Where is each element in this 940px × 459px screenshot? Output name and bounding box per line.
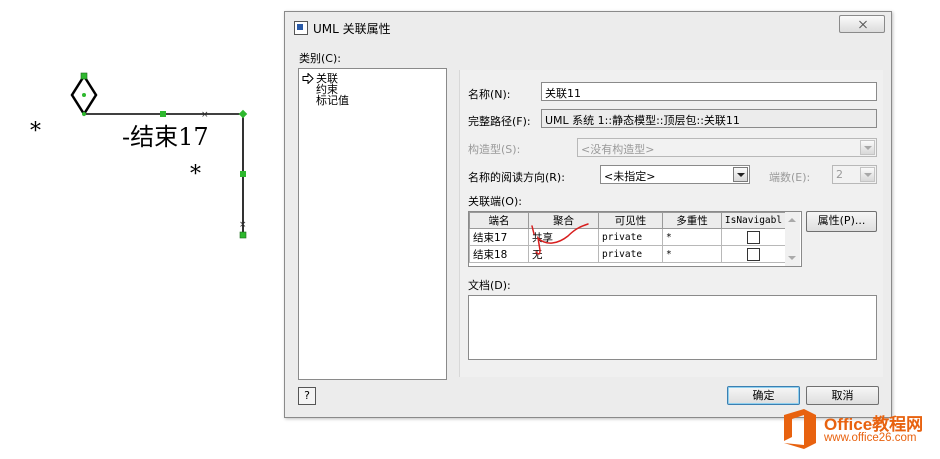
end-count-value: 2 xyxy=(836,168,843,181)
documentation-label: 文档(D): xyxy=(468,279,511,292)
ok-button[interactable]: 确定 xyxy=(727,386,800,405)
stereotype-value: <没有构造型> xyxy=(581,143,655,156)
end-count-dropdown-arrow-icon[interactable] xyxy=(860,167,875,182)
read-direction-dropdown[interactable]: <未指定> xyxy=(600,165,750,184)
visibility-cell[interactable]: private xyxy=(598,245,663,263)
column-header-visibility[interactable]: 可见性 xyxy=(598,212,663,229)
uml-dialog-icon xyxy=(294,21,308,35)
read-direction-label: 名称的阅读方向(R): xyxy=(468,171,565,184)
grid-scrollbar[interactable] xyxy=(785,212,800,266)
end-name-cell[interactable]: 结束17 xyxy=(469,228,529,246)
association-end-label[interactable]: -结束17 xyxy=(122,117,209,152)
name-input[interactable]: 关联11 xyxy=(541,82,877,101)
watermark-url: www.office26.com xyxy=(824,432,917,444)
multiplicity-right: * xyxy=(190,162,201,187)
close-button[interactable] xyxy=(839,15,885,33)
tree-selected-arrow-icon xyxy=(302,73,314,84)
column-header-end-name[interactable]: 端名 xyxy=(469,212,529,229)
full-path-field: UML 系统 1::静态模型::顶层包::关联11 xyxy=(541,109,877,128)
selection-handle-end[interactable] xyxy=(239,231,247,239)
association-ends-label: 关联端(O): xyxy=(468,195,522,208)
association-ends-table: 端名 聚合 可见性 多重性 IsNavigabl 结束17 共享 private… xyxy=(469,212,786,263)
diagram-canvas[interactable]: × × * -结束17 * xyxy=(0,0,285,459)
read-direction-dropdown-arrow-icon[interactable] xyxy=(733,167,748,182)
visibility-cell[interactable]: private xyxy=(598,228,663,246)
scroll-up-icon[interactable] xyxy=(788,218,796,222)
documentation-textarea[interactable] xyxy=(468,295,877,360)
name-label: 名称(N): xyxy=(468,88,511,101)
stereotype-label: 构造型(S): xyxy=(468,143,521,156)
navigable-cell xyxy=(721,228,786,246)
end-count-label: 端数(E): xyxy=(769,171,811,184)
column-header-multiplicity[interactable]: 多重性 xyxy=(662,212,722,229)
column-header-is-navigable[interactable]: IsNavigabl xyxy=(721,212,786,229)
table-header-row: 端名 聚合 可见性 多重性 IsNavigabl xyxy=(469,212,786,229)
properties-button[interactable]: 属性(P)... xyxy=(806,211,877,232)
association-ends-grid[interactable]: 端名 聚合 可见性 多重性 IsNavigabl 结束17 共享 private… xyxy=(468,211,802,267)
selection-handle-corner-b[interactable] xyxy=(238,109,248,119)
stereotype-dropdown-arrow-icon[interactable] xyxy=(860,140,875,155)
red-annotation-mark xyxy=(531,223,589,255)
control-point-marker-2[interactable]: × xyxy=(239,220,247,230)
scroll-down-icon[interactable] xyxy=(788,256,796,260)
office-logo-icon xyxy=(784,409,816,449)
is-navigable-checkbox[interactable] xyxy=(747,230,760,244)
association-lines: × × xyxy=(70,72,248,239)
multiplicity-cell[interactable]: * xyxy=(662,245,722,263)
category-tree[interactable]: 关联 约束 标记值 xyxy=(298,68,447,380)
window-title: UML 关联属性 xyxy=(313,22,391,36)
selection-handle-diamond[interactable] xyxy=(82,93,86,97)
stereotype-dropdown[interactable]: <没有构造型> xyxy=(577,138,877,157)
tree-item-tagged-values[interactable]: 标记值 xyxy=(316,95,349,106)
selection-handle-start[interactable] xyxy=(80,72,88,80)
full-path-label: 完整路径(F): xyxy=(468,115,531,128)
is-navigable-checkbox[interactable] xyxy=(747,247,760,261)
cancel-button[interactable]: 取消 xyxy=(806,386,879,405)
read-direction-value: <未指定> xyxy=(604,170,656,183)
multiplicity-cell[interactable]: * xyxy=(662,228,722,246)
table-row[interactable]: 结束18 无 private * xyxy=(469,245,786,263)
table-row[interactable]: 结束17 共享 private * xyxy=(469,228,786,246)
multiplicity-left: * xyxy=(30,119,41,144)
title-bar[interactable]: UML 关联属性 xyxy=(285,12,891,42)
watermark: Office教程网 www.office26.com xyxy=(776,404,940,459)
category-label: 类别(C): xyxy=(299,52,341,65)
end-count-dropdown[interactable]: 2 xyxy=(832,165,877,184)
selection-handle-vertical[interactable] xyxy=(240,171,246,177)
help-button[interactable]: ? xyxy=(298,387,316,405)
navigable-cell xyxy=(721,245,786,263)
end-name-cell[interactable]: 结束18 xyxy=(469,245,529,263)
uml-association-properties-dialog: UML 关联属性 类别(C): 关联 约束 标记值 名称(N): 关联11 完整… xyxy=(284,11,892,418)
selection-handle-corner-a[interactable] xyxy=(82,112,86,116)
